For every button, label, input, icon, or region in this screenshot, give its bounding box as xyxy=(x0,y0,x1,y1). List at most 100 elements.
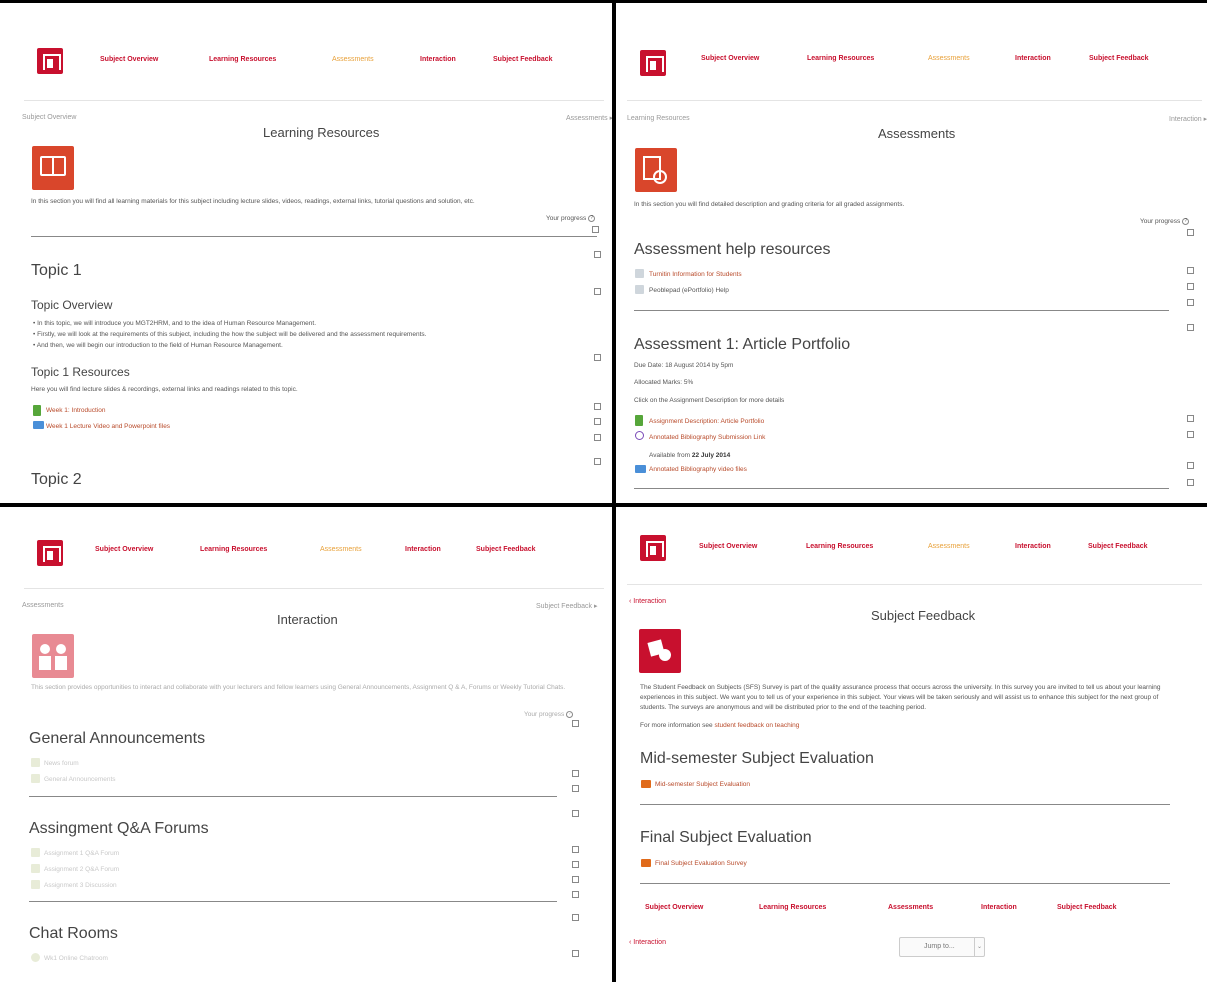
crumb-next[interactable]: Subject Feedback ▸ xyxy=(536,602,598,610)
crumb-prev[interactable]: Subject Overview xyxy=(22,114,76,121)
nav-learning-resources[interactable]: Learning Resources xyxy=(209,56,276,63)
nav-assessments[interactable]: Assessments xyxy=(320,546,362,553)
page-title: Interaction xyxy=(277,612,338,627)
nav-assessments[interactable]: Assessments xyxy=(332,56,374,63)
nav-interaction[interactable]: Interaction xyxy=(1015,543,1051,550)
help-link[interactable]: Peoblepad (ePortfolio) Help xyxy=(649,287,729,294)
footer-nav-subject-overview[interactable]: Subject Overview xyxy=(645,904,703,911)
nav-interaction[interactable]: Interaction xyxy=(420,56,456,63)
chat-link[interactable]: Wk1 Online Chatroom xyxy=(44,955,108,962)
assessment-link[interactable]: Annotated Bibliography video files xyxy=(649,466,747,473)
footer-nav-learning-resources[interactable]: Learning Resources xyxy=(759,904,826,911)
forum-link[interactable]: News forum xyxy=(44,760,79,767)
university-logo-icon[interactable] xyxy=(37,48,63,74)
university-logo-icon[interactable] xyxy=(37,540,63,566)
resource-link[interactable]: Week 1 Lecture Video and Powerpoint file… xyxy=(46,423,170,430)
forum-link[interactable]: Assignment 2 Q&A Forum xyxy=(44,866,119,873)
assessment-icon xyxy=(635,148,677,192)
resource-link[interactable]: Week 1: Introduction xyxy=(46,407,106,414)
checkbox[interactable] xyxy=(572,846,579,853)
checkbox[interactable] xyxy=(1187,324,1194,331)
progress-checkbox[interactable] xyxy=(572,720,579,727)
checkbox[interactable] xyxy=(594,251,601,258)
checkbox[interactable] xyxy=(572,785,579,792)
checkbox[interactable] xyxy=(572,876,579,883)
checkbox[interactable] xyxy=(572,770,579,777)
section-divider xyxy=(634,488,1169,489)
footer-nav-assessments[interactable]: Assessments xyxy=(888,904,933,911)
more-info-link[interactable]: student feedback on teaching xyxy=(714,722,799,729)
checkbox[interactable] xyxy=(572,810,579,817)
assessment-link[interactable]: Assignment Description: Article Portfoli… xyxy=(649,418,764,425)
crumb-next[interactable]: Assessments ▸ xyxy=(566,114,612,122)
section-divider xyxy=(29,796,557,797)
nav-interaction[interactable]: Interaction xyxy=(405,546,441,553)
footer-crumb[interactable]: ‹ Interaction xyxy=(629,939,666,946)
nav-subject-feedback[interactable]: Subject Feedback xyxy=(476,546,536,553)
nav-subject-feedback[interactable]: Subject Feedback xyxy=(1089,55,1149,62)
checkbox[interactable] xyxy=(594,418,601,425)
footer-nav-interaction[interactable]: Interaction xyxy=(981,904,1017,911)
nav-learning-resources[interactable]: Learning Resources xyxy=(806,543,873,550)
nav-subject-overview[interactable]: Subject Overview xyxy=(701,55,759,62)
progress-checkbox[interactable] xyxy=(1187,229,1194,236)
forum-link[interactable]: Assignment 3 Discussion xyxy=(44,882,117,889)
checkbox[interactable] xyxy=(1187,462,1194,469)
checkbox[interactable] xyxy=(572,950,579,957)
survey-link[interactable]: Mid-semester Subject Evaluation xyxy=(655,781,750,788)
checkbox[interactable] xyxy=(1187,479,1194,486)
checkbox[interactable] xyxy=(1187,431,1194,438)
checkbox[interactable] xyxy=(572,861,579,868)
checkbox[interactable] xyxy=(594,354,601,361)
nav-interaction[interactable]: Interaction xyxy=(1015,55,1051,62)
checkbox[interactable] xyxy=(572,914,579,921)
checkbox[interactable] xyxy=(1187,299,1194,306)
mid-heading: Mid-semester Subject Evaluation xyxy=(640,750,874,767)
forum-link[interactable]: General Announcements xyxy=(44,776,116,783)
checkbox[interactable] xyxy=(594,458,601,465)
forum-link[interactable]: Assignment 1 Q&A Forum xyxy=(44,850,119,857)
section-intro: This section provides opportunities to i… xyxy=(31,684,566,691)
nav-subject-overview[interactable]: Subject Overview xyxy=(100,56,158,63)
puzzle-icon xyxy=(639,629,681,673)
qa-heading: Assingment Q&A Forums xyxy=(29,820,209,837)
university-logo-icon[interactable] xyxy=(640,50,666,76)
click-note: Click on the Assignment Description for … xyxy=(634,397,785,404)
nav-assessments[interactable]: Assessments xyxy=(928,543,970,550)
university-logo-icon[interactable] xyxy=(640,535,666,561)
topic1-heading: Topic 1 xyxy=(31,262,82,279)
crumb-prev[interactable]: ‹ Interaction xyxy=(629,598,666,605)
assessment-link[interactable]: Annotated Bibliography Submission Link xyxy=(649,434,765,441)
section-divider xyxy=(640,883,1170,884)
checkbox[interactable] xyxy=(594,288,601,295)
checkbox[interactable] xyxy=(594,434,601,441)
nav-subject-feedback[interactable]: Subject Feedback xyxy=(1088,543,1148,550)
document-icon xyxy=(33,405,41,416)
checkbox[interactable] xyxy=(1187,267,1194,274)
help-link[interactable]: Turnitin Information for Students xyxy=(649,271,742,278)
crumb-next[interactable]: Interaction ▸ xyxy=(1169,115,1207,123)
forum-icon xyxy=(31,880,40,889)
progress-checkbox[interactable] xyxy=(592,226,599,233)
nav-subject-feedback[interactable]: Subject Feedback xyxy=(493,56,553,63)
document-icon xyxy=(635,269,644,278)
nav-subject-overview[interactable]: Subject Overview xyxy=(95,546,153,553)
footer-nav-subject-feedback[interactable]: Subject Feedback xyxy=(1057,904,1117,911)
section-divider xyxy=(31,236,597,237)
checkbox[interactable] xyxy=(1187,283,1194,290)
nav-subject-overview[interactable]: Subject Overview xyxy=(699,543,757,550)
nav-assessments[interactable]: Assessments xyxy=(928,55,970,62)
nav-learning-resources[interactable]: Learning Resources xyxy=(200,546,267,553)
crumb-prev[interactable]: Learning Resources xyxy=(627,115,690,122)
jump-to-select[interactable]: Jump to... ⌄ xyxy=(899,937,985,957)
overview-bullet: In this topic, we will introduce you MGT… xyxy=(33,320,316,327)
checkbox[interactable] xyxy=(1187,415,1194,422)
survey-link[interactable]: Final Subject Evaluation Survey xyxy=(655,860,747,867)
nav-divider xyxy=(24,100,604,101)
checkbox[interactable] xyxy=(572,891,579,898)
overview-bullet: And then, we will begin our introduction… xyxy=(33,342,283,349)
checkbox[interactable] xyxy=(594,403,601,410)
nav-learning-resources[interactable]: Learning Resources xyxy=(807,55,874,62)
submission-icon xyxy=(635,431,644,440)
crumb-prev[interactable]: Assessments xyxy=(22,602,64,609)
